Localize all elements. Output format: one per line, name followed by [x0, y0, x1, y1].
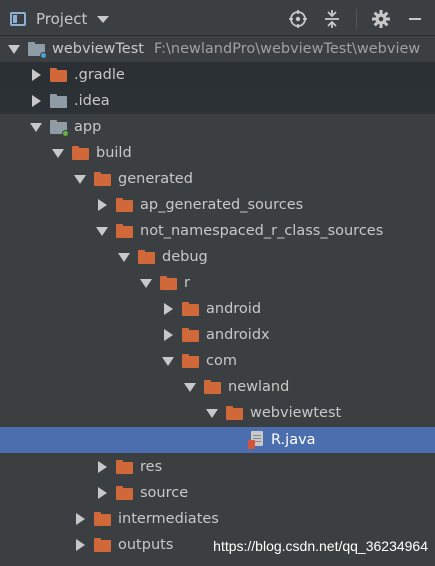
tree-label: source: [140, 485, 189, 501]
expand-arrow-icon[interactable]: [30, 121, 42, 133]
tree-row-not-namespaced[interactable]: not_namespaced_r_class_sources: [0, 218, 435, 244]
collapse-arrow-icon[interactable]: [162, 329, 174, 341]
tree-row-com[interactable]: com: [0, 348, 435, 374]
folder-icon: [94, 512, 111, 526]
collapse-arrow-icon[interactable]: [30, 69, 42, 81]
tree-label: r: [184, 275, 190, 291]
tree-label: webviewtest: [250, 405, 342, 421]
expand-arrow-icon[interactable]: [184, 381, 196, 393]
collapse-arrow-icon[interactable]: [96, 487, 108, 499]
watermark-url: https://blog.csdn.net/qq_36234964: [213, 538, 428, 554]
gear-icon[interactable]: [371, 9, 391, 29]
collapse-icon[interactable]: [322, 9, 342, 29]
folder-icon: [116, 198, 133, 212]
folder-icon: [182, 328, 199, 342]
tree-label: generated: [118, 171, 193, 187]
module-folder-icon: [50, 120, 69, 137]
folder-icon: [50, 68, 67, 82]
tree-row-android[interactable]: android: [0, 296, 435, 322]
tree-row-app[interactable]: app: [0, 114, 435, 140]
folder-icon: [182, 302, 199, 316]
project-view-label: Project: [36, 10, 88, 28]
expand-arrow-icon[interactable]: [8, 43, 20, 55]
folder-icon: [94, 538, 111, 552]
tree-label: app: [74, 119, 102, 135]
folder-icon: [138, 250, 155, 264]
tree-row-ap-generated-sources[interactable]: ap_generated_sources: [0, 192, 435, 218]
java-file-icon: [248, 431, 264, 449]
dropdown-caret-icon: [97, 15, 110, 23]
collapse-arrow-icon[interactable]: [96, 461, 108, 473]
tree-row-root[interactable]: webviewTest F:\newlandPro\webviewTest\we…: [0, 36, 435, 62]
project-window-icon: [10, 12, 26, 26]
tree-row-build[interactable]: build: [0, 140, 435, 166]
folder-icon: [116, 460, 133, 474]
tree-label: intermediates: [118, 511, 219, 527]
tree-label: ap_generated_sources: [140, 197, 304, 213]
collapse-arrow-icon[interactable]: [162, 303, 174, 315]
tree-label: res: [140, 459, 163, 475]
tree-row-res[interactable]: res: [0, 454, 435, 480]
tree-row-r[interactable]: r: [0, 270, 435, 296]
tree-label: com: [206, 353, 237, 369]
collapse-arrow-icon[interactable]: [30, 95, 42, 107]
toolbar-actions: [288, 8, 425, 30]
tree-row-gradle[interactable]: .gradle: [0, 62, 435, 88]
module-folder-icon: [28, 42, 47, 59]
tree-row-generated[interactable]: generated: [0, 166, 435, 192]
expand-arrow-icon[interactable]: [52, 147, 64, 159]
tree-label: newland: [228, 379, 290, 395]
expand-arrow-icon[interactable]: [74, 173, 86, 185]
folder-icon: [50, 94, 67, 108]
expand-arrow-icon[interactable]: [118, 251, 130, 263]
tree-label: outputs: [118, 537, 174, 553]
tree-row-newland[interactable]: newland: [0, 374, 435, 400]
tree-label: .gradle: [74, 67, 125, 83]
expand-arrow-icon[interactable]: [96, 225, 108, 237]
folder-icon: [182, 354, 199, 368]
tree-row-intermediates[interactable]: intermediates: [0, 506, 435, 532]
tree-label: build: [96, 145, 132, 161]
collapse-arrow-icon[interactable]: [74, 539, 86, 551]
tree-row-source[interactable]: source: [0, 480, 435, 506]
tree-label: webviewTest: [52, 41, 144, 57]
tree-label: android: [206, 301, 262, 317]
tree-path: F:\newlandPro\webviewTest\webview: [153, 41, 421, 57]
folder-icon: [160, 276, 177, 290]
expand-arrow-icon[interactable]: [206, 407, 218, 419]
expand-arrow-icon[interactable]: [162, 355, 174, 367]
expand-arrow-icon[interactable]: [140, 277, 152, 289]
folder-icon: [204, 380, 221, 394]
folder-icon: [94, 172, 111, 186]
folder-icon: [116, 224, 133, 238]
folder-icon: [116, 486, 133, 500]
tree-row-idea[interactable]: .idea: [0, 88, 435, 114]
collapse-arrow-icon[interactable]: [74, 513, 86, 525]
locate-icon[interactable]: [288, 9, 308, 29]
tree-label: not_namespaced_r_class_sources: [140, 223, 384, 239]
hide-icon[interactable]: [405, 9, 425, 29]
project-view-selector[interactable]: Project: [10, 8, 110, 30]
tree-label: debug: [162, 249, 208, 265]
tree-row-debug[interactable]: debug: [0, 244, 435, 270]
folder-icon: [72, 146, 89, 160]
project-tree: webviewTest F:\newlandPro\webviewTest\we…: [0, 36, 435, 566]
tree-row-webviewtest[interactable]: webviewtest: [0, 400, 435, 426]
tree-row-androidx[interactable]: androidx: [0, 322, 435, 348]
tree-row-r-java[interactable]: R.java: [0, 427, 435, 453]
project-toolbar: Project: [0, 0, 435, 36]
toolbar-divider: [356, 9, 357, 29]
tree-label: .idea: [74, 93, 110, 109]
collapse-arrow-icon[interactable]: [96, 199, 108, 211]
tree-label: R.java: [271, 432, 316, 448]
tree-label: androidx: [206, 327, 270, 343]
folder-icon: [226, 406, 243, 420]
